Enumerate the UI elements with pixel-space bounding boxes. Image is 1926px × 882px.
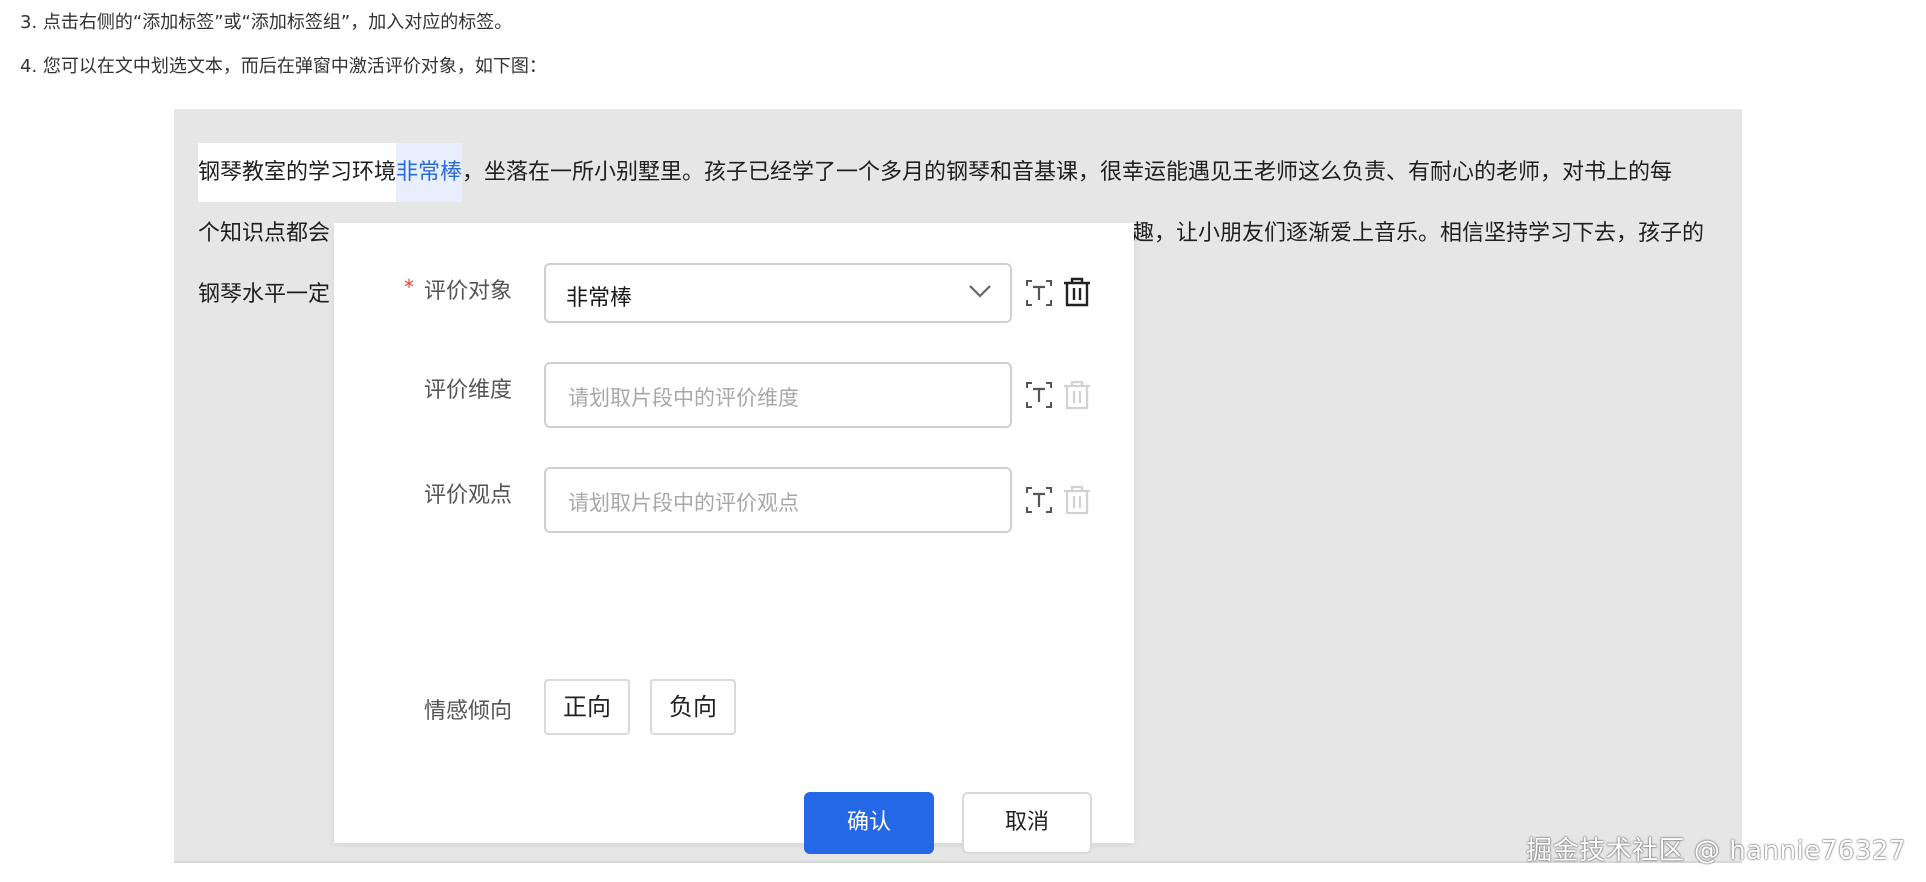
- required-mark: *: [404, 275, 414, 299]
- dimension-label: 评价维度: [424, 378, 513, 403]
- dimension-input[interactable]: 请划取片段中的评价维度: [544, 362, 1012, 428]
- confirm-button[interactable]: 确认: [804, 792, 934, 854]
- opinion-placeholder: 请划取片段中的评价观点: [568, 491, 799, 515]
- opinion-input[interactable]: 请划取片段中的评价观点: [544, 467, 1012, 533]
- target-select[interactable]: 非常棒: [544, 263, 1012, 323]
- watermark: 掘金技术社区 @ hannie76327: [1526, 836, 1906, 866]
- target-value: 非常棒: [566, 286, 633, 311]
- screenshot-panel: 钢琴教室的学习环境非常棒，坐落在一所小别墅里。孩子已经学了一个多月的钢琴和音基课…: [174, 109, 1742, 861]
- trash-icon: [1064, 380, 1090, 410]
- opinion-label: 评价观点: [424, 483, 513, 508]
- document-line-1: 钢琴教室的学习环境非常棒，坐落在一所小别墅里。孩子已经学了一个多月的钢琴和音基课…: [198, 143, 1673, 202]
- text-select-icon[interactable]: [1024, 380, 1054, 410]
- document-line-3: 钢琴水平一定: [198, 280, 330, 310]
- cancel-button[interactable]: 取消: [962, 792, 1092, 854]
- dimension-placeholder: 请划取片段中的评价维度: [568, 386, 799, 410]
- sentiment-negative-button[interactable]: 负向: [650, 679, 736, 735]
- document-line-2: 个知识点都会: [198, 219, 330, 249]
- target-label: 评价对象: [424, 279, 513, 304]
- sentiment-positive-button[interactable]: 正向: [544, 679, 630, 735]
- document-text: ，坐落在一所小别墅里。孩子已经学了一个多月的钢琴和音基课，很幸运能遇见王老师这么…: [462, 160, 1673, 185]
- document-text: 趣，让小朋友们逐渐爱上音乐。相信坚持学习下去，孩子的: [1132, 221, 1705, 246]
- sentiment-label: 情感倾向: [424, 699, 513, 724]
- text-select-icon[interactable]: [1024, 485, 1054, 515]
- document-text: 个知识点都会: [198, 221, 331, 246]
- annotation-dialog: * 评价对象 非常棒 评价维度 请划取片段中的评价维度 评价观点 请划取片段中的…: [334, 223, 1134, 854]
- document-text: 钢琴水平一定: [198, 282, 331, 307]
- document-line-2-right: 趣，让小朋友们逐渐爱上音乐。相信坚持学习下去，孩子的: [1132, 219, 1704, 249]
- document-text: 钢琴教室的学习环境: [198, 143, 397, 202]
- selected-text[interactable]: 非常棒: [396, 143, 463, 202]
- divider: [174, 861, 1742, 863]
- trash-icon: [1064, 485, 1090, 515]
- text-select-icon[interactable]: [1024, 278, 1054, 308]
- trash-icon[interactable]: [1062, 277, 1092, 307]
- instruction-step-3: 3. 点击右侧的“添加标签”或“添加标签组”，加入对应的标签。: [20, 12, 513, 33]
- chevron-down-icon: [969, 285, 991, 298]
- instruction-step-4: 4. 您可以在文中划选文本，而后在弹窗中激活评价对象，如下图：: [20, 56, 547, 77]
